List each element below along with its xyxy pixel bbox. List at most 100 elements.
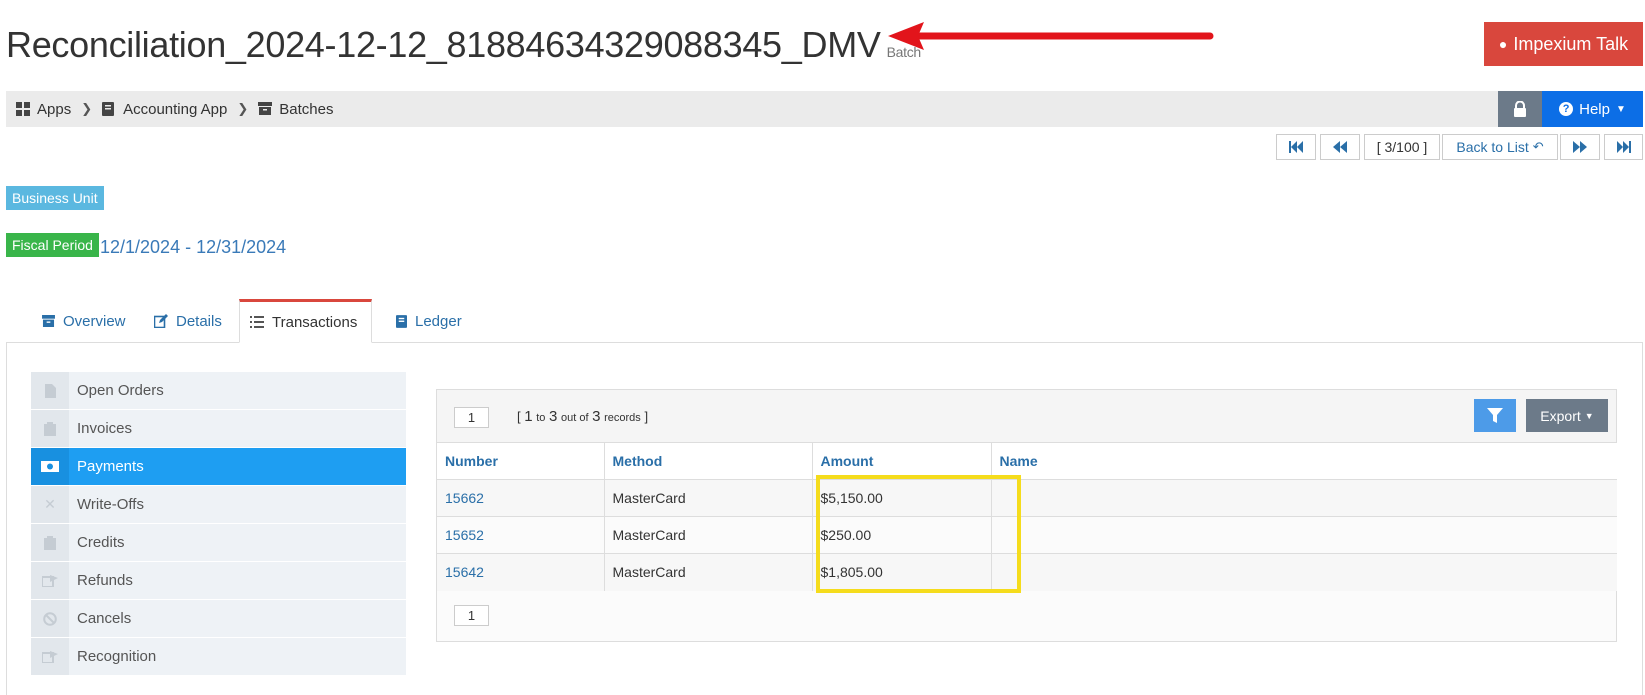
next-record-button[interactable] [1560, 134, 1600, 160]
ban-icon [31, 600, 69, 637]
chat-icon: ● [1498, 36, 1508, 52]
chevron-down-icon: ▼ [1584, 410, 1594, 421]
previous-record-button[interactable] [1320, 134, 1360, 160]
breadcrumb-accounting-app[interactable]: Accounting App ❯ [92, 101, 248, 118]
tab-label: Overview [63, 312, 126, 330]
archive-icon [42, 315, 55, 327]
nav-label: Credits [77, 534, 125, 551]
payments-table: Number Method Amount Name 15662 MasterCa… [437, 442, 1617, 591]
table-row: 15662 MasterCard $5,150.00 [437, 479, 1617, 517]
nav-write-offs[interactable]: ✕ Write-Offs [31, 486, 406, 523]
file-icon [31, 372, 69, 409]
skip-first-icon [1289, 141, 1303, 153]
nav-label: Open Orders [77, 382, 164, 399]
help-button[interactable]: ? Help ▼ [1542, 91, 1643, 127]
nav-label: Write-Offs [77, 496, 144, 513]
clipboard-icon [31, 524, 69, 561]
nav-label: Payments [77, 458, 144, 475]
nav-invoices[interactable]: Invoices [31, 410, 406, 447]
impexium-talk-button[interactable]: ● Impexium Talk [1484, 22, 1643, 66]
talk-button-label: Impexium Talk [1513, 33, 1629, 54]
payment-method: MasterCard [604, 479, 813, 517]
page-title: Reconciliation_2024-12-12_81884634329088… [6, 24, 921, 66]
filter-icon [1487, 407, 1503, 423]
archive-icon [258, 102, 273, 116]
tab-ledger[interactable]: Ledger [386, 299, 472, 343]
column-header-number[interactable]: Number [437, 442, 605, 480]
payment-method: MasterCard [604, 516, 813, 554]
record-position: [ 3/100 ] [1364, 134, 1440, 160]
nav-credits[interactable]: Credits [31, 524, 406, 561]
nav-payments[interactable]: Payments [31, 448, 406, 485]
fiscal-period-label: Fiscal Period [6, 233, 99, 257]
payment-method: MasterCard [604, 553, 813, 591]
nav-refunds[interactable]: Refunds [31, 562, 406, 599]
column-header-amount[interactable]: Amount [812, 442, 992, 480]
page-number-box[interactable]: 1 [454, 407, 489, 428]
reply-all-icon: ↶ [1532, 139, 1544, 154]
list-icon [250, 316, 264, 328]
tab-label: Details [176, 312, 222, 330]
payment-name [991, 516, 1617, 554]
lock-icon [1514, 101, 1526, 117]
payment-number-link[interactable]: 15652 [437, 516, 605, 554]
tab-transactions[interactable]: Transactions [239, 299, 372, 343]
grid-icon [16, 102, 30, 116]
export-label: Export [1540, 407, 1581, 424]
table-header-row: Number Method Amount Name [437, 442, 1617, 480]
x-icon: ✕ [31, 486, 69, 523]
amount-highlight-box [816, 475, 1021, 593]
last-record-button[interactable] [1604, 134, 1643, 160]
column-header-method[interactable]: Method [604, 442, 813, 480]
batch-title: Reconciliation_2024-12-12_81884634329088… [6, 24, 881, 65]
clipboard-icon [31, 410, 69, 447]
tab-label: Ledger [415, 312, 462, 330]
breadcrumb-label: Batches [279, 100, 334, 118]
breadcrumb-apps[interactable]: Apps ❯ [6, 101, 92, 118]
business-unit-label: Business Unit [6, 186, 104, 210]
edit-icon [154, 314, 168, 328]
share-icon [31, 638, 69, 675]
breadcrumb-batches[interactable]: Batches [248, 101, 333, 118]
column-header-name[interactable]: Name [991, 442, 1617, 480]
book-icon [396, 314, 407, 328]
first-record-button[interactable] [1276, 134, 1316, 160]
help-label: Help [1579, 100, 1610, 118]
tab-overview[interactable]: Overview [32, 299, 136, 343]
chevron-down-icon: ▼ [1615, 103, 1626, 115]
tab-details[interactable]: Details [144, 299, 232, 343]
backward-icon [1333, 141, 1347, 153]
payment-name [991, 479, 1617, 517]
export-button[interactable]: Export ▼ [1526, 399, 1608, 432]
bottom-page-number-box[interactable]: 1 [454, 605, 489, 626]
nav-open-orders[interactable]: Open Orders [31, 372, 406, 409]
nav-label: Cancels [77, 610, 132, 627]
skip-last-icon [1616, 141, 1631, 153]
grid-toolbar: 1 [ 1 to 3 out of 3 records ] Export ▼ [437, 390, 1616, 442]
breadcrumb-label: Accounting App [123, 100, 228, 118]
tab-label: Transactions [272, 313, 358, 331]
payment-number-link[interactable]: 15642 [437, 553, 605, 591]
nav-label: Recognition [77, 648, 157, 665]
table-row: 15642 MasterCard $1,805.00 [437, 553, 1617, 591]
question-icon: ? [1559, 102, 1574, 116]
back-to-list-button[interactable]: Back to List ↶ [1442, 134, 1558, 160]
forward-icon [1573, 141, 1587, 153]
nav-label: Refunds [77, 572, 133, 589]
transactions-side-nav: Open Orders Invoices Payments ✕ Write-Of… [31, 372, 406, 676]
money-icon [31, 448, 69, 485]
filter-button[interactable] [1474, 399, 1516, 432]
fiscal-period-value: 12/1/2024 - 12/31/2024 [100, 237, 287, 257]
table-row: 15652 MasterCard $250.00 [437, 516, 1617, 554]
lock-button[interactable] [1498, 91, 1542, 127]
share-icon [31, 562, 69, 599]
record-count: [ 1 to 3 out of 3 records ] [517, 408, 649, 425]
breadcrumb: Apps ❯ Accounting App ❯ Batches [6, 91, 1643, 127]
red-arrow-annotation [888, 22, 1214, 50]
payment-number-link[interactable]: 15662 [437, 479, 605, 517]
book-icon [102, 102, 116, 116]
nav-cancels[interactable]: Cancels [31, 600, 406, 637]
nav-label: Invoices [77, 420, 133, 437]
chevron-right-icon: ❯ [237, 101, 249, 116]
nav-recognition[interactable]: Recognition [31, 638, 406, 675]
